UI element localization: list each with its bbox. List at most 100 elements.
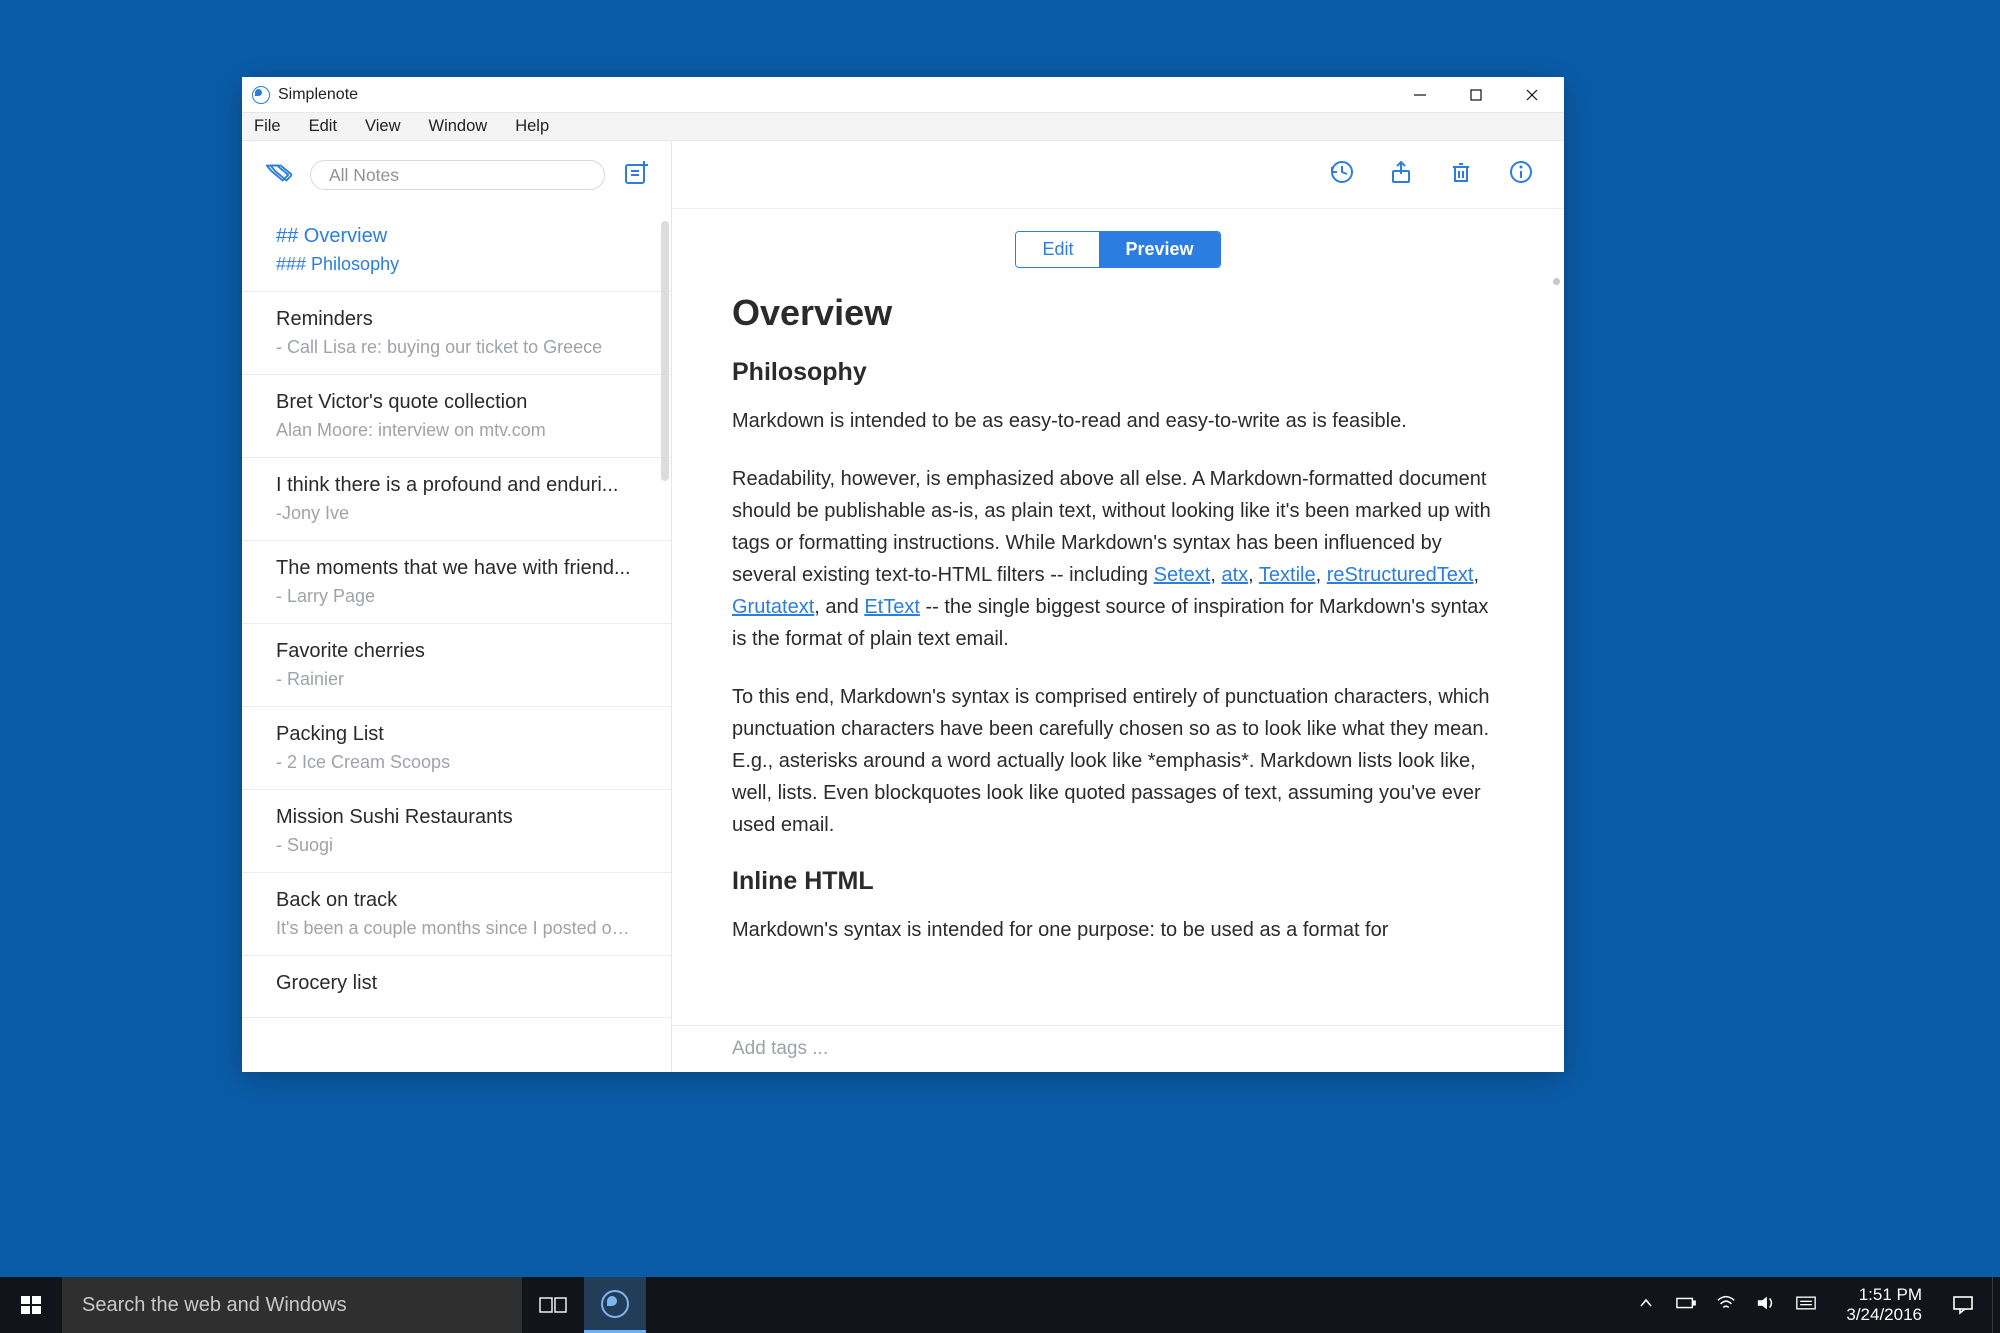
menubar: File Edit View Window Help — [242, 113, 1564, 141]
note-title: Bret Victor's quote collection — [276, 391, 637, 414]
note-title: The moments that we have with friend... — [276, 557, 637, 580]
note-item[interactable]: Packing List - 2 Ice Cream Scoops — [242, 707, 671, 790]
window-controls — [1392, 77, 1560, 113]
system-tray: 1:51 PM 3/24/2016 — [1618, 1277, 1992, 1333]
link-rst[interactable]: reStructuredText — [1327, 564, 1474, 586]
info-button[interactable] — [1508, 159, 1534, 190]
note-list[interactable]: ## Overview ### Philosophy Reminders - Call… — [242, 209, 671, 1072]
clock-time: 1:51 PM — [1846, 1285, 1922, 1305]
task-view-button[interactable] — [522, 1277, 584, 1333]
note-item[interactable]: Back on track It's been a couple months s… — [242, 873, 671, 956]
main-pane: Edit Preview Overview Philosophy Markdow… — [672, 141, 1564, 1072]
doc-p2: Readability, however, is emphasized abov… — [732, 463, 1504, 655]
content-scrollbar[interactable] — [1553, 278, 1560, 285]
note-item[interactable]: Favorite cherries - Rainier — [242, 624, 671, 707]
tray-volume-icon[interactable] — [1756, 1293, 1776, 1318]
note-item[interactable]: Grocery list — [242, 956, 671, 1018]
edit-tab[interactable]: Edit — [1016, 232, 1099, 267]
doc-h2-philosophy: Philosophy — [732, 358, 1504, 387]
menu-file[interactable]: File — [250, 115, 285, 138]
note-preview[interactable]: Overview Philosophy Markdown is intended… — [672, 278, 1564, 1025]
taskbar-search-placeholder: Search the web and Windows — [82, 1294, 347, 1317]
note-item[interactable]: The moments that we have with friend... -… — [242, 541, 671, 624]
windows-logo-icon — [19, 1293, 43, 1317]
menu-window[interactable]: Window — [425, 115, 492, 138]
doc-p1: Markdown is intended to be as easy-to-re… — [732, 405, 1504, 437]
start-button[interactable] — [0, 1277, 62, 1333]
sidebar: All Notes ## Overview ### Philosophy Remin… — [242, 141, 672, 1072]
taskbar-app-simplenote[interactable] — [584, 1277, 646, 1333]
note-subtitle: - 2 Ice Cream Scoops — [276, 752, 637, 773]
titlebar: Simplenote — [242, 77, 1564, 113]
note-subtitle: Alan Moore: interview on mtv.com — [276, 420, 637, 441]
search-input[interactable]: All Notes — [310, 160, 605, 190]
note-subtitle: - Suogi — [276, 835, 637, 856]
doc-h2-inline-html: Inline HTML — [732, 867, 1504, 896]
add-tags-placeholder: Add tags ... — [732, 1038, 828, 1059]
note-item[interactable]: I think there is a profound and enduri..… — [242, 458, 671, 541]
link-setext[interactable]: Setext — [1154, 564, 1211, 586]
maximize-button[interactable] — [1448, 77, 1504, 113]
tray-wifi-icon[interactable] — [1716, 1293, 1736, 1318]
link-textile[interactable]: Textile — [1259, 564, 1316, 586]
note-title: I think there is a profound and enduri..… — [276, 474, 637, 497]
note-title: Back on track — [276, 889, 637, 912]
note-subtitle: ### Philosophy — [276, 254, 637, 275]
maximize-icon — [1469, 88, 1483, 102]
action-center-icon — [1952, 1295, 1974, 1315]
taskbar: Search the web and Windows 1:51 PM 3/24/… — [0, 1277, 2000, 1333]
note-item[interactable]: Mission Sushi Restaurants - Suogi — [242, 790, 671, 873]
menu-view[interactable]: View — [361, 115, 404, 138]
sidebar-toolbar: All Notes — [242, 141, 671, 209]
note-subtitle: It's been a couple months since I posted… — [276, 918, 637, 939]
note-title: Packing List — [276, 723, 637, 746]
note-title: Reminders — [276, 308, 637, 331]
action-center-button[interactable] — [1952, 1277, 1974, 1333]
note-subtitle: -Jony Ive — [276, 503, 637, 524]
note-title: ## Overview — [276, 225, 637, 248]
link-ettext[interactable]: EtText — [864, 596, 920, 618]
close-button[interactable] — [1504, 77, 1560, 113]
history-button[interactable] — [1328, 159, 1354, 190]
note-subtitle: - Rainier — [276, 669, 637, 690]
note-toolbar — [672, 141, 1564, 209]
clock-date: 3/24/2016 — [1846, 1305, 1922, 1325]
taskbar-clock[interactable]: 1:51 PM 3/24/2016 — [1836, 1285, 1932, 1326]
note-subtitle: - Call Lisa re: buying our ticket to Gre… — [276, 337, 637, 358]
note-subtitle: - Larry Page — [276, 586, 637, 607]
close-icon — [1525, 88, 1539, 102]
menu-help[interactable]: Help — [511, 115, 553, 138]
app-window: Simplenote File Edit View Window Help — [242, 77, 1564, 1072]
window-title: Simplenote — [278, 86, 1392, 104]
note-item[interactable]: Bret Victor's quote collection Alan Moore… — [242, 375, 671, 458]
minimize-icon — [1413, 88, 1427, 102]
show-desktop-button[interactable] — [1992, 1277, 2000, 1333]
tray-battery-icon[interactable] — [1676, 1293, 1696, 1318]
note-title: Mission Sushi Restaurants — [276, 806, 637, 829]
note-item[interactable]: ## Overview ### Philosophy — [242, 209, 671, 292]
note-title: Grocery list — [276, 972, 637, 995]
add-tags-input[interactable]: Add tags ... — [672, 1025, 1564, 1072]
tray-overflow-button[interactable] — [1636, 1293, 1656, 1318]
sidebar-scrollbar[interactable] — [661, 221, 669, 481]
search-placeholder: All Notes — [329, 165, 399, 186]
tags-icon[interactable] — [264, 162, 292, 189]
new-note-button[interactable] — [623, 160, 649, 191]
app-logo-icon — [252, 86, 270, 104]
link-atx[interactable]: atx — [1221, 564, 1248, 586]
link-grutatext[interactable]: Grutatext — [732, 596, 814, 618]
doc-h1: Overview — [732, 292, 1504, 334]
share-button[interactable] — [1388, 159, 1414, 190]
minimize-button[interactable] — [1392, 77, 1448, 113]
preview-tab[interactable]: Preview — [1099, 232, 1219, 267]
trash-button[interactable] — [1448, 159, 1474, 190]
simplenote-icon — [601, 1290, 629, 1318]
note-title: Favorite cherries — [276, 640, 637, 663]
doc-p4: Markdown's syntax is intended for one pu… — [732, 914, 1504, 946]
taskbar-search[interactable]: Search the web and Windows — [62, 1277, 522, 1333]
tray-keyboard-icon[interactable] — [1796, 1293, 1816, 1318]
doc-p3: To this end, Markdown's syntax is compri… — [732, 681, 1504, 841]
note-item[interactable]: Reminders - Call Lisa re: buying our tick… — [242, 292, 671, 375]
mode-switch: Edit Preview — [672, 209, 1564, 278]
menu-edit[interactable]: Edit — [305, 115, 341, 138]
